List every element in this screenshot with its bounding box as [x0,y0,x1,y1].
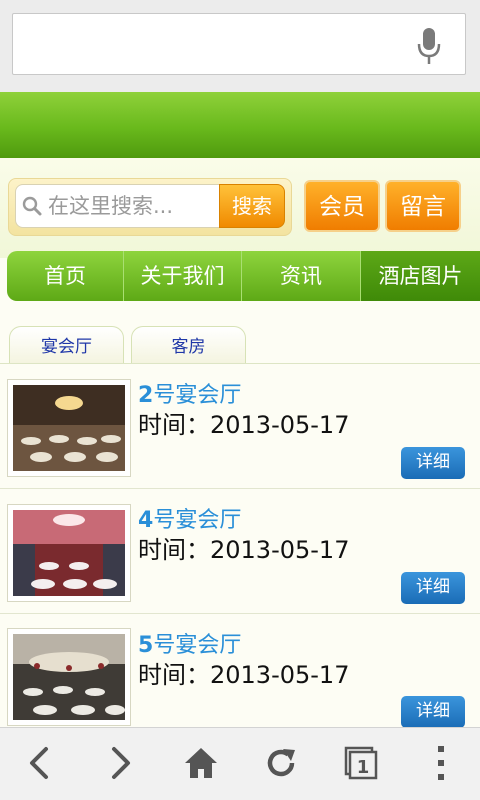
banquet-hall-photo[interactable] [7,379,131,477]
subtab-guest-room[interactable]: 客房 [131,326,246,364]
microphone-icon[interactable] [416,26,442,66]
tabs-count: 1 [357,757,370,778]
banquet-hall-photo[interactable] [7,628,131,726]
subtab-banquet-hall[interactable]: 宴会厅 [9,326,124,364]
nav-item-home[interactable]: 首页 [7,251,124,301]
nav-item-hotel-photos[interactable]: 酒店图片 [361,251,480,301]
item-date: 时间：2013-05-17 [138,661,350,689]
tabs-icon[interactable]: 1 [341,743,381,783]
search-icon [22,196,42,216]
search-placeholder: 在这里搜索... [48,194,174,218]
search-button[interactable]: 搜索 [219,184,285,228]
detail-button[interactable]: 详细 [401,572,465,604]
detail-button[interactable]: 详细 [401,696,465,728]
reload-icon[interactable] [261,743,301,783]
back-icon[interactable] [20,743,60,783]
banquet-hall-photo[interactable] [7,504,131,602]
nav-item-news[interactable]: 资讯 [242,251,361,301]
browser-toolbar [0,727,480,800]
member-button[interactable]: 会员 [304,180,380,232]
message-button[interactable]: 留言 [385,180,461,232]
nav-item-about[interactable]: 关于我们 [124,251,242,301]
forward-icon[interactable] [100,743,140,783]
item-date: 时间：2013-05-17 [138,411,350,439]
home-icon[interactable] [181,743,221,783]
menu-icon[interactable] [421,743,461,783]
detail-button[interactable]: 详细 [401,447,465,479]
site-header-banner [0,92,480,158]
item-date: 时间：2013-05-17 [138,536,350,564]
url-input[interactable] [12,13,466,75]
